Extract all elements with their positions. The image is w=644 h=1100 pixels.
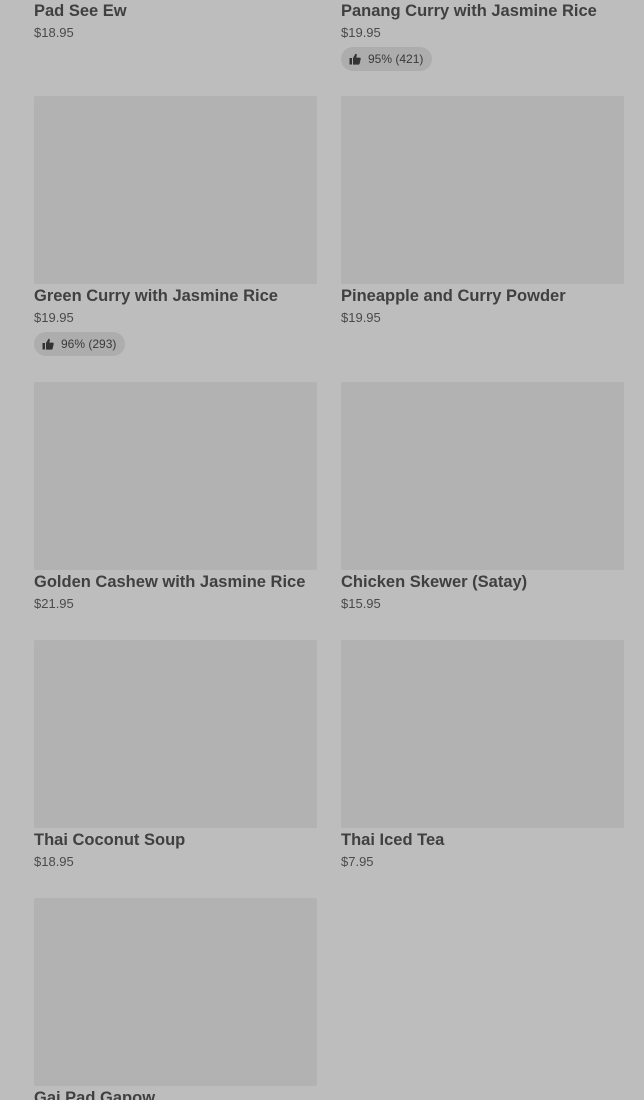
menu-item-card[interactable]: Pad See Ew $18.95 bbox=[34, 1, 317, 41]
thumbs-up-icon bbox=[349, 53, 361, 65]
menu-item-image bbox=[34, 640, 317, 828]
thumbs-up-icon bbox=[42, 338, 54, 350]
menu-item-name: Pineapple and Curry Powder bbox=[341, 287, 566, 305]
menu-item-card[interactable]: Gai Pad Gapow bbox=[34, 898, 317, 1100]
menu-item-price: $7.95 bbox=[341, 854, 374, 869]
menu-item-name: Golden Cashew with Jasmine Rice bbox=[34, 573, 306, 591]
menu-item-card[interactable]: Thai Iced Tea $7.95 bbox=[341, 640, 624, 870]
menu-item-name: Pad See Ew bbox=[34, 2, 127, 20]
menu-item-card[interactable]: Green Curry with Jasmine Rice $19.95 96%… bbox=[34, 96, 317, 356]
menu-item-card[interactable]: Panang Curry with Jasmine Rice $19.95 95… bbox=[341, 1, 624, 71]
menu-item-image bbox=[341, 96, 624, 284]
menu-item-name: Green Curry with Jasmine Rice bbox=[34, 287, 278, 305]
menu-item-price: $18.95 bbox=[34, 25, 74, 40]
menu-item-image bbox=[341, 640, 624, 828]
menu-item-price: $21.95 bbox=[34, 596, 74, 611]
rating-text: 95% (421) bbox=[368, 52, 424, 66]
menu-grid: Pad See Ew $18.95 Panang Curry with Jasm… bbox=[0, 0, 644, 1100]
menu-item-name: Chicken Skewer (Satay) bbox=[341, 573, 528, 591]
menu-item-card[interactable]: Chicken Skewer (Satay) $15.95 bbox=[341, 382, 624, 612]
menu-item-name: Thai Coconut Soup bbox=[34, 831, 186, 849]
menu-item-card[interactable]: Pineapple and Curry Powder $19.95 bbox=[341, 96, 624, 326]
menu-item-name: Thai Iced Tea bbox=[341, 831, 445, 849]
menu-item-card[interactable]: Thai Coconut Soup $18.95 bbox=[34, 640, 317, 870]
rating-badge: 95% (421) bbox=[341, 47, 433, 71]
menu-item-price: $19.95 bbox=[341, 310, 381, 325]
rating-text: 96% (293) bbox=[61, 337, 117, 351]
menu-item-name: Gai Pad Gapow bbox=[34, 1089, 156, 1100]
menu-item-price: $18.95 bbox=[34, 854, 74, 869]
menu-item-name: Panang Curry with Jasmine Rice bbox=[341, 2, 597, 20]
menu-item-image bbox=[341, 382, 624, 570]
menu-item-price: $19.95 bbox=[34, 310, 74, 325]
menu-item-image bbox=[34, 382, 317, 570]
menu-item-price: $15.95 bbox=[341, 596, 381, 611]
menu-item-image bbox=[34, 898, 317, 1086]
menu-item-image bbox=[34, 96, 317, 284]
menu-item-card[interactable]: Golden Cashew with Jasmine Rice $21.95 bbox=[34, 382, 317, 612]
menu-item-price: $19.95 bbox=[341, 25, 381, 40]
rating-badge: 96% (293) bbox=[34, 332, 126, 356]
